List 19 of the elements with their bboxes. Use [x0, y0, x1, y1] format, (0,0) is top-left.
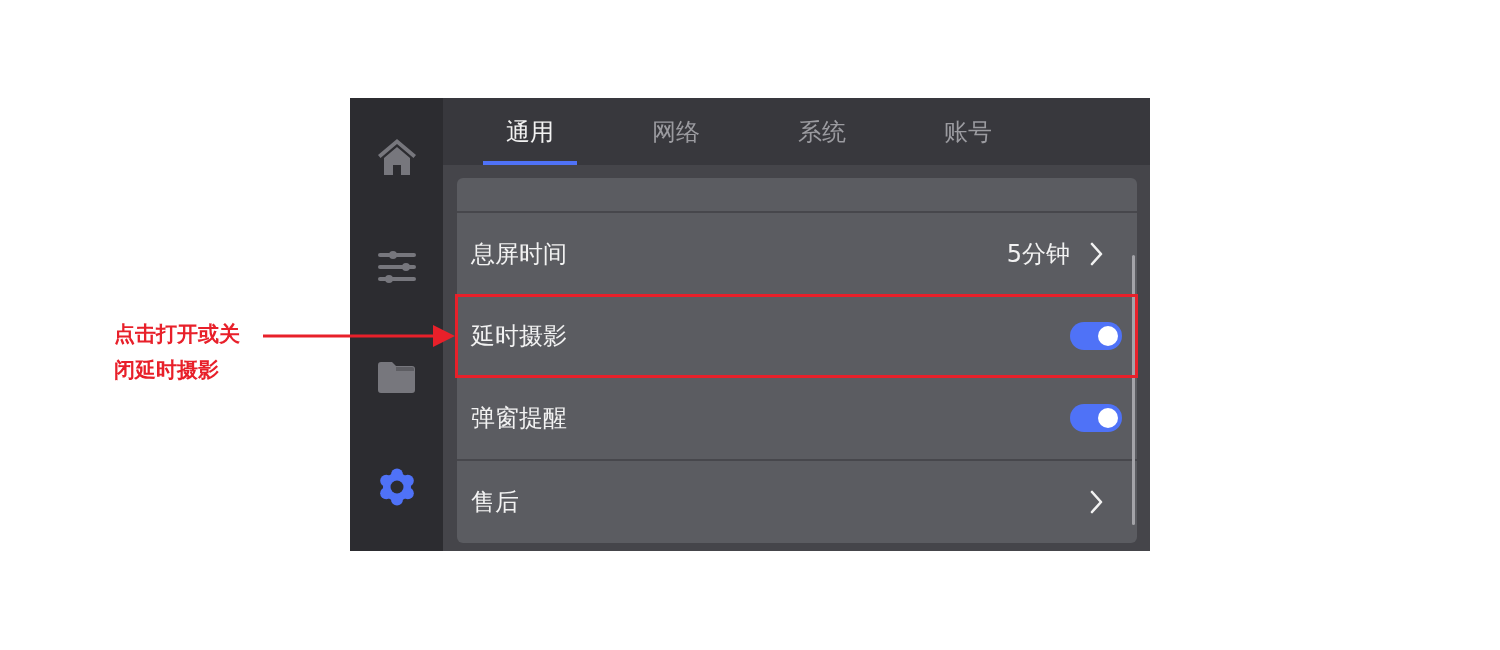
setting-label: 售后 — [471, 487, 519, 518]
sliders-icon[interactable] — [377, 251, 416, 283]
tab[interactable]: 账号 — [921, 98, 1015, 165]
chevron-right-icon[interactable] — [1090, 490, 1103, 514]
setting-label: 延时摄影 — [471, 321, 567, 352]
scrollbar-thumb[interactable] — [1132, 255, 1135, 525]
settings-icon[interactable] — [377, 468, 416, 506]
toggle-switch[interactable] — [1070, 322, 1122, 350]
setting-label: 弹窗提醒 — [471, 403, 567, 434]
tab[interactable]: 系统 — [775, 98, 869, 165]
home-icon[interactable] — [377, 138, 416, 176]
chevron-right-icon[interactable] — [1090, 242, 1103, 266]
tab[interactable]: 通用 — [483, 98, 577, 165]
folder-icon[interactable] — [378, 361, 415, 393]
setting-label: 息屏时间 — [471, 239, 567, 270]
tab[interactable]: 网络 — [629, 98, 723, 165]
toggle-switch[interactable] — [1070, 404, 1122, 432]
setting-value: 5分钟 — [1006, 239, 1070, 270]
annotation-text: 点击打开或关闭延时摄影 — [114, 321, 241, 384]
